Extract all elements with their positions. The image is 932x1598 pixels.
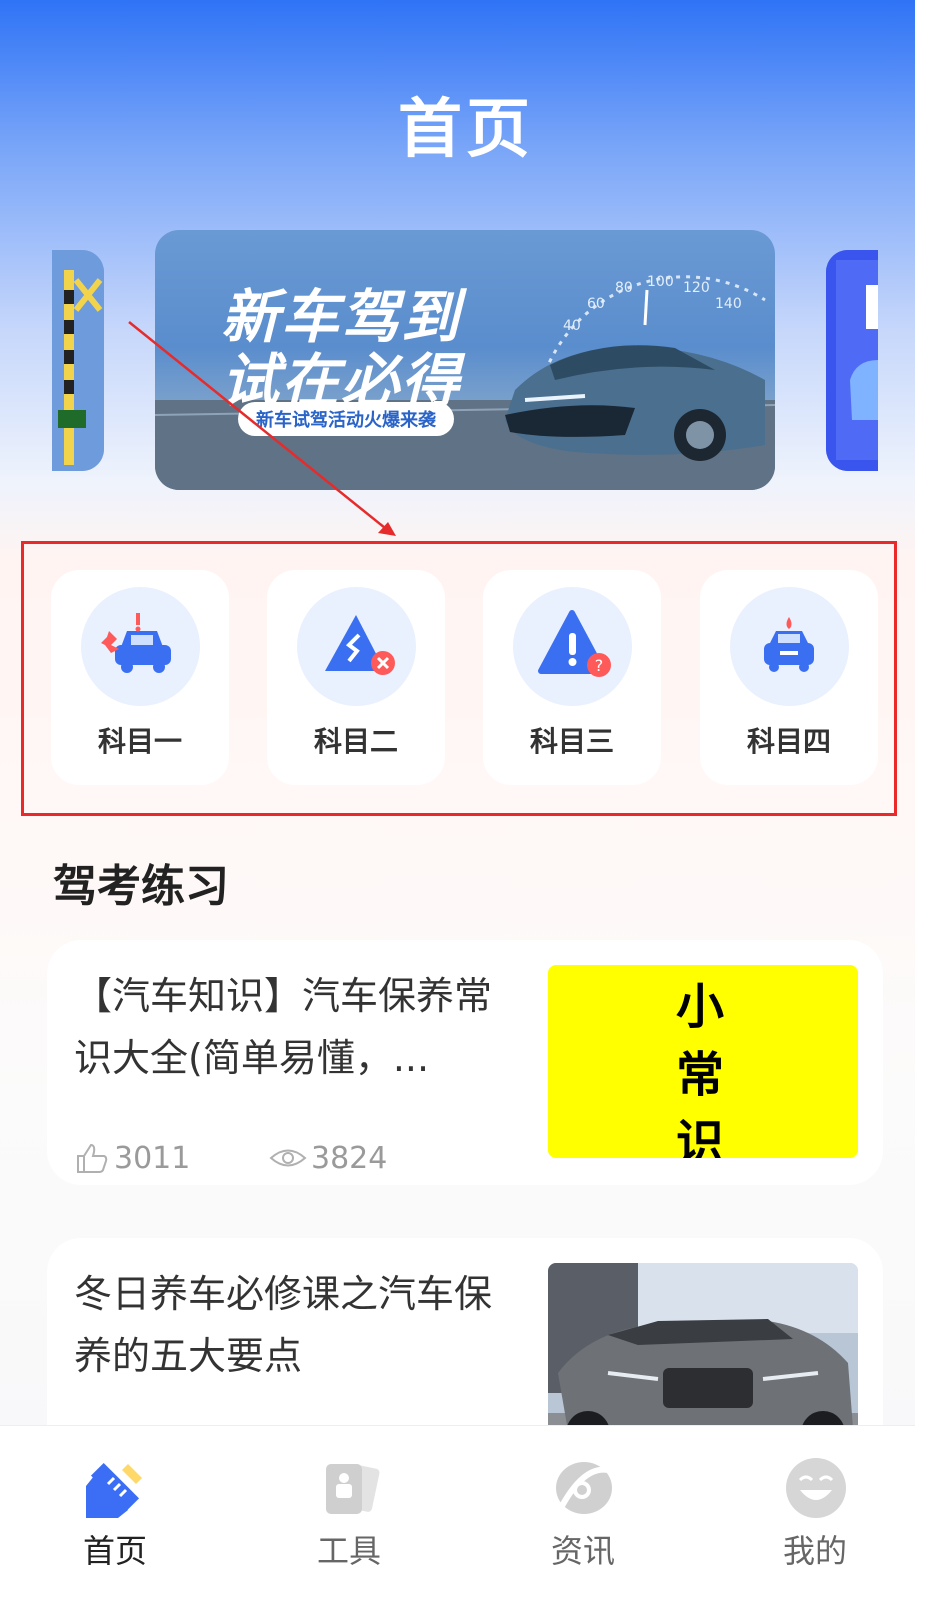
screen-edge [915,0,932,1598]
subject-card-3[interactable]: ? 科目三 [483,570,661,785]
road-sign-error-icon [325,615,395,675]
subject-icon-bg: ? [513,587,632,706]
nav-item-tools[interactable]: 工具 [274,1426,424,1598]
nav-label-profile: 我的 [782,1532,847,1570]
promo-banner[interactable]: 新车驾到 试在必得 新车试驾活动火爆来袭 40 60 80 100 120 14… [155,230,775,490]
police-car-icon [764,617,814,672]
speedo-120: 120 [683,280,710,296]
speedo-80: 80 [615,280,633,296]
subject-card-4[interactable]: 科目四 [700,570,878,785]
nav-label-home: 首页 [82,1532,147,1570]
eye-icon [269,1149,307,1167]
speedo-140: 140 [715,296,742,312]
banner-prev-slide[interactable] [52,250,104,471]
article-title: 【汽车知识】汽车保养常识大全(简单易懂，... [74,974,493,1080]
thumbs-up-icon [77,1143,108,1173]
thumb-char-2: 常 [676,1047,725,1103]
svg-text:?: ? [595,656,604,675]
page-title: 首页 [398,93,534,167]
banner-subtitle-pill: 新车试驾活动火爆来袭 [238,402,454,436]
nav-label-tools: 工具 [316,1532,381,1570]
subject-label-2: 科目二 [313,725,398,758]
like-count-value: 3011 [114,1140,191,1176]
bottom-nav: 首页 工具 资讯 我的 [0,1425,915,1598]
speedo-100: 100 [647,274,674,290]
subject-label-3: 科目三 [529,725,614,758]
subject-label-1: 科目一 [97,725,182,758]
home-ruler-icon [86,1462,142,1518]
subject-icon-bg [81,587,200,706]
section-title: 驾考练习 [53,861,229,912]
nav-label-news: 资讯 [550,1532,615,1570]
tools-icon [326,1464,380,1514]
warning-question-icon: ? [538,610,611,677]
profile-face-icon [786,1458,846,1518]
speedo-40: 40 [563,318,581,334]
thumb-char-1: 小 [676,979,725,1035]
speedo-60: 60 [587,296,605,312]
subject-card-1[interactable]: 科目一 [51,570,229,785]
article-thumbnail: 小 常 识 [548,965,858,1158]
view-count: 3824 [269,1140,387,1176]
car-crash-icon [101,613,171,673]
article-card-1[interactable]: 【汽车知识】汽车保养常识大全(简单易懂，... 3011 3824 小 常 识 [47,940,883,1185]
subject-icon-bg [730,587,849,706]
subject-label-4: 科目四 [746,725,831,758]
nav-item-news[interactable]: 资讯 [508,1426,658,1598]
view-count-value: 3824 [311,1140,388,1176]
nav-item-profile[interactable]: 我的 [740,1426,890,1598]
thumb-char-3: 识 [676,1115,725,1158]
article-title: 冬日养车必修课之汽车保养的五大要点 [74,1272,493,1378]
nav-item-home[interactable]: 首页 [40,1426,190,1598]
banner-next-slide[interactable] [826,250,878,471]
like-count[interactable]: 3011 [74,1140,190,1176]
subject-icon-bg [297,587,416,706]
app-screen: 首页 新车驾到 试在必得 新车试驾活动火爆来袭 40 60 80 100 120… [0,0,932,1598]
subject-card-2[interactable]: 科目二 [267,570,445,785]
news-icon [556,1462,612,1514]
